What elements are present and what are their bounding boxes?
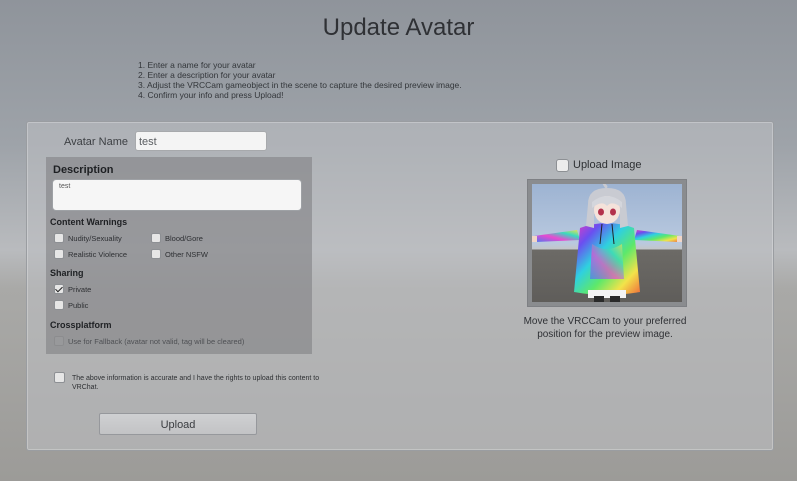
nudity-label: Nudity/Sexuality [68, 234, 122, 243]
instruction-step-1: 1. Enter a name for your avatar [138, 60, 256, 70]
avatar-name-input[interactable]: test [135, 131, 267, 151]
nudity-checkbox[interactable] [54, 233, 64, 243]
page-title: Update Avatar [322, 14, 475, 41]
avatar-figure [532, 184, 682, 302]
upload-image-label: Upload Image [573, 159, 642, 171]
fallback-checkbox [54, 336, 64, 346]
description-input[interactable]: test [52, 179, 302, 211]
instructions-list: 1. Enter a name for your avatar 2. Enter… [138, 60, 558, 100]
public-label: Public [68, 301, 89, 310]
description-label: Description [53, 164, 114, 176]
upload-image-checkbox[interactable] [556, 159, 569, 172]
blood-gore-checkbox[interactable] [151, 233, 161, 243]
sharing-label: Sharing [50, 268, 84, 278]
blood-gore-label: Blood/Gore [165, 234, 203, 243]
instruction-step-2: 2. Enter a description for your avatar [138, 70, 276, 80]
agreement-text: The above information is accurate and I … [72, 375, 320, 391]
instruction-step-3: 3. Adjust the VRCCam gameobject in the s… [138, 80, 462, 90]
realistic-violence-label: Realistic Violence [68, 250, 128, 259]
crossplatform-label: Crossplatform [50, 320, 112, 330]
avatar-preview-image [532, 184, 682, 302]
agreement-checkbox[interactable] [54, 372, 65, 383]
avatar-name-label: Avatar Name [64, 136, 128, 148]
preview-caption: Move the VRCCam to your preferred positi… [523, 316, 687, 340]
realistic-violence-checkbox[interactable] [54, 249, 64, 259]
upload-button[interactable]: Upload [99, 413, 257, 435]
other-nsfw-checkbox[interactable] [151, 249, 161, 259]
content-warnings-label: Content Warnings [50, 217, 128, 227]
instruction-step-4: 4. Confirm your info and press Upload! [138, 90, 284, 100]
public-checkbox[interactable] [54, 300, 64, 310]
private-checkbox[interactable] [54, 284, 64, 294]
other-nsfw-label: Other NSFW [165, 250, 208, 259]
private-label: Private [68, 285, 92, 294]
preview-image-frame [527, 179, 687, 307]
fallback-label: Use for Fallback (avatar not valid, tag … [68, 337, 245, 346]
